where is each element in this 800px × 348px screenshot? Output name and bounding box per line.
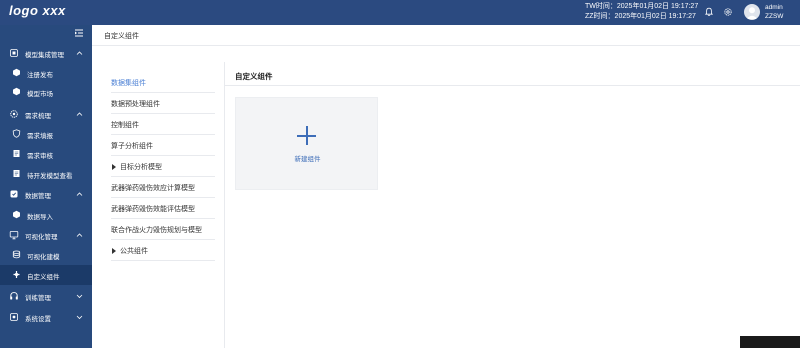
sidebar-group-training[interactable]: 训练管理 <box>0 286 92 306</box>
sidebar-item-label: 注册发布 <box>27 72 53 79</box>
sidebar-item-label: 待开发模型查看 <box>27 173 73 180</box>
sidebar-group-label: 训练管理 <box>25 295 51 302</box>
sidebar-item-register-publish[interactable]: 注册发布 <box>0 63 92 83</box>
user-info[interactable]: admin ZZSW <box>765 3 783 21</box>
sidebar-group-label: 需求梳理 <box>25 113 51 120</box>
sidebar-group-requirements[interactable]: 需求梳理 <box>0 104 92 124</box>
category-item-control[interactable]: 控制组件 <box>111 114 215 135</box>
category-item-damage-effect-calc[interactable]: 武器弹药毁伤效应计算模型 <box>111 177 215 198</box>
monitor-icon <box>9 231 19 240</box>
section-title: 自定义组件 <box>235 72 273 81</box>
sidebar-item-label: 数据导入 <box>27 214 53 221</box>
document-icon <box>13 150 20 157</box>
sidebar-group-visualization[interactable]: 可视化管理 <box>0 225 92 245</box>
chevron-up-icon <box>76 51 83 55</box>
sidebar-item-model-market[interactable]: 模型市场 <box>0 82 92 102</box>
sidebar-item-requirement-review[interactable]: 需求审核 <box>0 144 92 164</box>
document-icon <box>13 170 20 177</box>
category-item-operator-analysis[interactable]: 算子分析组件 <box>111 135 215 156</box>
vertical-divider <box>224 62 225 348</box>
sidebar-group-system-settings[interactable]: 系统设置 <box>0 307 92 327</box>
avatar[interactable] <box>744 4 760 20</box>
database-icon <box>10 190 18 198</box>
chevron-up-icon <box>76 112 83 116</box>
chevron-up-icon <box>76 192 83 196</box>
sidebar-group-data-management[interactable]: 数据管理 <box>0 184 92 204</box>
chevron-down-icon <box>76 315 83 320</box>
sidebar-item-visual-modeling[interactable]: 可视化建模 <box>0 245 92 265</box>
category-label: 公共组件 <box>120 248 148 255</box>
cube-icon <box>13 210 20 219</box>
category-label: 目标分析模型 <box>120 164 162 171</box>
user-org: ZZSW <box>765 13 784 20</box>
user-name: admin <box>765 4 783 11</box>
cube-stack-icon <box>10 49 18 57</box>
headset-icon <box>10 292 18 300</box>
sidebar-group-label: 系统设置 <box>25 316 51 323</box>
category-label: 武器弹药毁伤效能评估模型 <box>111 206 195 213</box>
plus-icon <box>306 126 308 145</box>
divider <box>225 85 800 86</box>
sidebar-group-label: 数据管理 <box>25 193 51 200</box>
sidebar-item-data-import[interactable]: 数据导入 <box>0 205 92 225</box>
new-component-label: 新建组件 <box>294 156 321 163</box>
main-content: 自定义组件 数据集组件 数据预处理组件 控制组件 算子分析组件 目标分析模型 武… <box>92 25 800 348</box>
sidebar-item-pending-models[interactable]: 待开发模型查看 <box>0 164 92 184</box>
sidebar-item-label: 模型市场 <box>27 91 53 98</box>
settings-icon <box>10 313 18 321</box>
category-item-damage-efficiency-eval[interactable]: 武器弹药毁伤效能评估模型 <box>111 198 215 219</box>
category-item-common[interactable]: 公共组件 <box>111 240 215 261</box>
divider <box>92 45 800 46</box>
category-item-target-analysis[interactable]: 目标分析模型 <box>111 156 215 177</box>
overlay-strip <box>740 336 800 348</box>
time-display: TW时间：2025年01月02日 19:17:27 ZZ时间：2025年01月0… <box>585 2 698 22</box>
category-label: 算子分析组件 <box>111 143 153 150</box>
sidebar-group-model-integration[interactable]: 模型集成管理 <box>0 43 92 63</box>
collapse-menu-icon[interactable] <box>74 28 84 38</box>
zz-time: ZZ时间：2025年01月02日 19:17:27 <box>585 13 696 20</box>
logo: logo xxx <box>9 3 66 18</box>
shield-icon <box>12 129 21 138</box>
cube-icon <box>13 68 20 77</box>
user-avatar-icon <box>746 7 758 19</box>
category-label: 数据预处理组件 <box>111 101 160 108</box>
category-item-preprocessing[interactable]: 数据预处理组件 <box>111 93 215 114</box>
sidebar-item-label: 自定义组件 <box>27 274 60 281</box>
caret-right-icon <box>112 164 116 170</box>
layers-icon <box>12 250 21 259</box>
sidebar-group-label: 可视化管理 <box>25 234 58 241</box>
category-label: 联合作战火力毁伤规划与模型 <box>111 227 202 234</box>
sidebar-item-label: 需求填报 <box>27 133 53 140</box>
chevron-up-icon <box>76 233 83 237</box>
new-component-card[interactable]: 新建组件 <box>235 97 378 190</box>
category-item-joint-fire-planning[interactable]: 联合作战火力毁伤规划与模型 <box>111 219 215 240</box>
sidebar-group-label: 模型集成管理 <box>25 52 64 59</box>
cube-icon <box>13 87 20 96</box>
category-label: 武器弹药毁伤效应计算模型 <box>111 185 195 192</box>
gear-icon[interactable] <box>723 7 733 17</box>
category-item-dataset[interactable]: 数据集组件 <box>111 72 215 93</box>
bell-icon[interactable] <box>704 7 714 17</box>
category-label: 控制组件 <box>111 122 139 129</box>
sidebar: 模型集成管理 注册发布 模型市场 需求梳理 需求填报 需求审核 待开发模型查看 … <box>0 25 92 348</box>
category-label: 数据集组件 <box>111 80 146 87</box>
sidebar-item-label: 可视化建模 <box>27 254 60 261</box>
chevron-down-icon <box>76 294 83 299</box>
sidebar-item-custom-components[interactable]: 自定义组件 <box>0 265 92 285</box>
tw-time: TW时间：2025年01月02日 19:17:27 <box>585 3 699 10</box>
top-bar: logo xxx TW时间：2025年01月02日 19:17:27 ZZ时间：… <box>0 0 800 25</box>
caret-right-icon <box>112 248 116 254</box>
gear-icon <box>10 110 18 118</box>
plugin-icon <box>13 271 20 278</box>
breadcrumb: 自定义组件 <box>104 33 139 40</box>
sidebar-item-requirement-fill[interactable]: 需求填报 <box>0 124 92 144</box>
sidebar-item-label: 需求审核 <box>27 153 53 160</box>
